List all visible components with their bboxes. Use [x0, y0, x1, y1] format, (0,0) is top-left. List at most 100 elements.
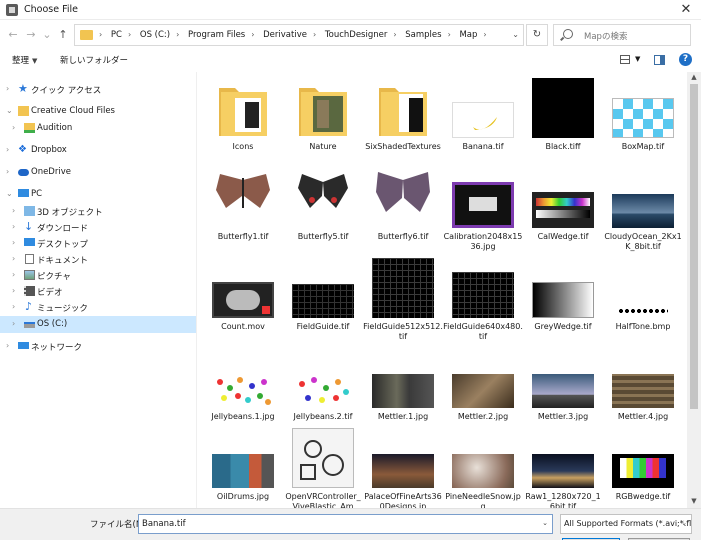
sidebar-item-quick-access[interactable]: › ★ クイック アクセス — [0, 81, 196, 98]
view-options-icon[interactable] — [620, 55, 630, 64]
file-item[interactable]: Mettler.1.jpg — [363, 346, 443, 436]
chevron-right-icon[interactable]: › — [12, 302, 15, 311]
sidebar-item-audition[interactable]: › Audition — [0, 120, 196, 137]
file-item[interactable]: Count.mov — [203, 256, 283, 346]
help-button[interactable]: ? — [679, 53, 692, 66]
chevron-right-icon[interactable]: › — [12, 123, 15, 132]
chevron-right-icon[interactable]: › — [12, 286, 15, 295]
back-button[interactable]: ← — [6, 27, 20, 43]
chevron-down-icon[interactable]: ⌄ — [542, 519, 548, 527]
chevron-down-icon[interactable]: ⌄ — [681, 519, 687, 527]
sidebar-item-creative-cloud[interactable]: ⌄ Creative Cloud Files — [0, 103, 196, 120]
breadcrumb-item[interactable]: TouchDesigner — [325, 30, 387, 40]
image-thumbnail — [618, 308, 668, 314]
file-item[interactable]: Jellybeans.2.tif — [283, 346, 363, 436]
forward-button[interactable]: → — [24, 27, 38, 43]
file-item[interactable]: Banana.tif — [443, 76, 523, 166]
file-item[interactable]: Nature — [283, 76, 363, 166]
file-item[interactable]: Mettler.3.jpg — [523, 346, 603, 436]
address-dropdown-button[interactable]: ⌄ — [512, 30, 519, 39]
scroll-down-button[interactable]: ▼ — [689, 497, 699, 507]
chevron-right-icon[interactable]: › — [12, 222, 15, 231]
breadcrumb-item[interactable]: Program Files — [188, 30, 245, 40]
file-item[interactable]: FieldGuide640x480.tif — [443, 256, 523, 346]
close-button[interactable]: ✕ — [671, 0, 701, 20]
file-item[interactable]: Butterfly1.tif — [203, 166, 283, 256]
search-input[interactable]: Mapの検索 — [553, 24, 691, 46]
file-item[interactable]: OilDrums.jpg — [203, 436, 283, 508]
breadcrumb-item[interactable]: Map — [459, 30, 477, 40]
file-name: PalaceOfFineArts360Designs.jp — [364, 492, 442, 508]
scrollbar-thumb[interactable] — [690, 84, 698, 409]
image-thumbnail — [532, 454, 594, 488]
chevron-right-icon[interactable]: › — [12, 206, 15, 215]
chevron-right-icon[interactable]: › — [6, 341, 9, 350]
file-item[interactable]: CalWedge.tif — [523, 166, 603, 256]
organize-button[interactable]: 整理 ▼ — [12, 54, 37, 66]
image-thumbnail — [452, 374, 514, 408]
sidebar-item-downloads[interactable]: › ↓ ダウンロード — [0, 219, 196, 236]
file-item[interactable]: Jellybeans.1.jpg — [203, 346, 283, 436]
sidebar-item-onedrive[interactable]: › OneDrive — [0, 164, 196, 181]
document-icon — [25, 254, 34, 264]
up-button[interactable]: ↑ — [56, 27, 70, 43]
file-item[interactable]: Mettler.4.jpg — [603, 346, 683, 436]
sidebar-item-documents[interactable]: › ドキュメント — [0, 251, 196, 268]
new-folder-button[interactable]: 新しいフォルダー — [60, 54, 128, 66]
file-item[interactable]: Butterfly5.tif — [283, 166, 363, 256]
sidebar-item-label: ダウンロード — [37, 224, 89, 234]
sidebar-item-desktop[interactable]: › デスクトップ — [0, 235, 196, 252]
chevron-right-icon[interactable]: › — [6, 145, 9, 154]
sidebar-item-label: ピクチャ — [37, 272, 71, 282]
file-item[interactable]: Icons — [203, 76, 283, 166]
file-item[interactable]: OpenVRController_ViveBlastic_Am — [283, 428, 363, 508]
file-name-bar: ファイル名(N): Banana.tif ⌄ All Supported For… — [0, 508, 701, 540]
file-item[interactable]: Calibration2048x1536.jpg — [443, 166, 523, 256]
calibration-pattern — [469, 197, 497, 211]
file-item[interactable]: CloudyOcean_2Kx1K_8bit.tif — [603, 166, 683, 256]
sidebar-item-pictures[interactable]: › ピクチャ — [0, 267, 196, 284]
refresh-button[interactable]: ↻ — [526, 24, 548, 46]
file-item[interactable]: Raw1_1280x720_16bit.tif — [523, 436, 603, 508]
sidebar-item-pc[interactable]: ⌄ PC — [0, 186, 196, 203]
file-item[interactable]: RGBwedge.tif — [603, 436, 683, 508]
chevron-right-icon[interactable]: › — [12, 319, 15, 328]
file-item[interactable]: Butterfly6.tif — [363, 166, 443, 256]
chevron-right-icon[interactable]: › — [12, 238, 15, 247]
breadcrumb-item[interactable]: Samples — [405, 30, 441, 40]
vertical-scrollbar[interactable]: ▲ ▼ — [687, 72, 701, 508]
preview-pane-icon[interactable] — [654, 55, 665, 65]
address-bar[interactable]: › PC › OS (C:) › Program Files › Derivative… — [74, 24, 524, 46]
breadcrumb: › PC › OS (C:) › Program Files › Derivative… — [99, 30, 493, 40]
file-item[interactable]: FieldGuide512x512.tif — [363, 256, 443, 346]
recent-locations-button[interactable]: ⌄ — [40, 27, 54, 43]
chevron-right-icon[interactable]: › — [12, 270, 15, 279]
sidebar-item-network[interactable]: › ネットワーク — [0, 338, 196, 355]
breadcrumb-item[interactable]: PC — [111, 30, 122, 40]
file-item[interactable]: Black.tiff — [523, 76, 603, 166]
file-item[interactable]: HalfTone.bmp — [603, 256, 683, 346]
file-item[interactable]: SixShadedTextures — [363, 76, 443, 166]
file-type-select[interactable]: All Supported Formats (*.avi;*.fl ⌄ — [560, 514, 692, 534]
chevron-right-icon[interactable]: › — [6, 84, 9, 93]
chevron-down-icon[interactable]: ⌄ — [6, 189, 13, 198]
sidebar-item-3d-objects[interactable]: › 3D オブジェクト — [0, 203, 196, 220]
breadcrumb-item[interactable]: OS (C:) — [140, 30, 170, 40]
chevron-right-icon[interactable]: › — [12, 254, 15, 263]
file-item[interactable]: Mettler.2.jpg — [443, 346, 523, 436]
breadcrumb-item[interactable]: Derivative — [263, 30, 307, 40]
sidebar-item-music[interactable]: › ♪ ミュージック — [0, 299, 196, 316]
file-item[interactable]: BoxMap.tif — [603, 76, 683, 166]
sidebar-item-dropbox[interactable]: › ❖ Dropbox — [0, 142, 196, 159]
file-name-input[interactable]: Banana.tif ⌄ — [138, 514, 553, 534]
sidebar-item-os-c[interactable]: › OS (C:) — [0, 316, 196, 333]
chevron-down-icon[interactable]: ⌄ — [6, 106, 13, 115]
file-item[interactable]: PalaceOfFineArts360Designs.jp — [363, 436, 443, 508]
sidebar-item-videos[interactable]: › ビデオ — [0, 283, 196, 300]
file-item[interactable]: FieldGuide.tif — [283, 256, 363, 346]
scroll-up-button[interactable]: ▲ — [689, 73, 699, 83]
chevron-down-icon[interactable]: ▼ — [635, 55, 640, 63]
file-item[interactable]: PineNeedleSnow.jpg — [443, 436, 523, 508]
file-item[interactable]: GreyWedge.tif — [523, 256, 603, 346]
chevron-right-icon[interactable]: › — [6, 167, 9, 176]
